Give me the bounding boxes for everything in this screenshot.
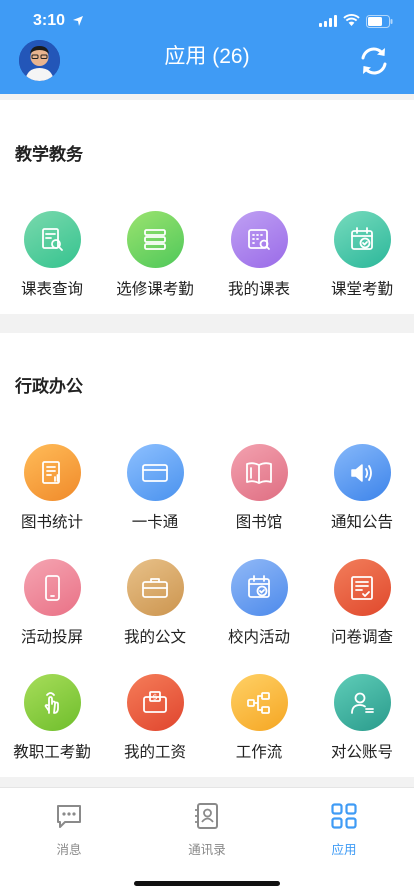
tab-label: 应用 <box>331 843 357 857</box>
app-label: 我的课表 <box>227 281 290 298</box>
wifi-icon <box>343 14 360 26</box>
apps-grid-icon <box>331 803 357 829</box>
refresh-icon[interactable] <box>356 43 392 79</box>
touch-hand-icon <box>23 674 81 731</box>
app-item[interactable]: 工作流 <box>209 674 309 762</box>
tab-bar: 消息 通讯录 应用 <box>0 787 414 896</box>
status-time: 3:10 <box>33 12 66 29</box>
home-indicator <box>134 881 280 886</box>
phone-icon <box>23 559 81 616</box>
app-label: 图书统计 <box>20 514 83 531</box>
section-title: 行政办公 <box>15 377 83 396</box>
calendar-check-icon <box>230 559 288 616</box>
app-item[interactable]: 我的课表 <box>209 211 309 299</box>
message-icon <box>57 805 81 828</box>
book-stats-icon <box>23 444 81 501</box>
status-bar: 3:10 <box>0 0 414 44</box>
app-label: 我的公文 <box>123 629 186 646</box>
app-item[interactable]: 选修课考勤 <box>105 211 205 299</box>
app-item[interactable]: 图书统计 <box>2 444 102 532</box>
survey-icon <box>333 559 391 616</box>
section-admin: 行政办公 图书统计 一卡通 图书馆 通知公告 活动投屏 我的公文 校内活动 问卷… <box>0 333 414 777</box>
app-item[interactable]: $ 我的工资 <box>105 674 205 762</box>
location-arrow-icon <box>73 16 83 26</box>
tab-messages[interactable]: 消息 <box>29 802 109 858</box>
app-label: 课表查询 <box>20 281 83 298</box>
app-label: 我的工资 <box>123 744 186 761</box>
app-label: 一卡通 <box>131 514 179 531</box>
tab-label: 通讯录 <box>188 843 226 857</box>
schedule-search-icon <box>23 211 81 268</box>
section-title: 教学教务 <box>15 145 83 164</box>
app-label: 选修课考勤 <box>116 281 194 298</box>
app-item[interactable]: 活动投屏 <box>2 559 102 647</box>
app-item[interactable]: 课堂考勤 <box>312 211 412 299</box>
briefcase-icon <box>126 559 184 616</box>
svg-text:$: $ <box>152 692 157 701</box>
app-label: 活动投屏 <box>20 629 83 646</box>
speaker-icon <box>333 444 391 501</box>
app-item[interactable]: 对公账号 <box>312 674 412 762</box>
app-item[interactable]: 问卷调查 <box>312 559 412 647</box>
app-item[interactable]: 一卡通 <box>105 444 205 532</box>
app-label: 校内活动 <box>227 629 290 646</box>
tab-apps[interactable]: 应用 <box>304 802 384 858</box>
app-label: 课堂考勤 <box>330 281 393 298</box>
app-item[interactable]: 图书馆 <box>209 444 309 532</box>
app-item[interactable]: 教职工考勤 <box>2 674 102 762</box>
app-item[interactable]: 通知公告 <box>312 444 412 532</box>
wallet-icon: $ <box>126 674 184 731</box>
card-icon <box>126 444 184 501</box>
app-label: 教职工考勤 <box>13 744 91 761</box>
contacts-icon <box>195 803 218 829</box>
app-header: 3:10 应用 (26) <box>0 0 414 94</box>
section-teaching: 教学教务 课表查询 选修课考勤 我的课表 课堂考勤 <box>0 100 414 314</box>
elective-attendance-icon <box>126 211 184 268</box>
calendar-search-icon <box>230 211 288 268</box>
app-label: 通知公告 <box>330 514 393 531</box>
tab-contacts[interactable]: 通讯录 <box>167 802 247 858</box>
page-title: 应用 (26) <box>164 45 250 68</box>
app-label: 工作流 <box>235 744 283 761</box>
calendar-check-icon <box>333 211 391 268</box>
account-user-icon <box>333 674 391 731</box>
battery-icon <box>366 15 393 28</box>
app-label: 对公账号 <box>330 744 393 761</box>
app-item[interactable]: 课表查询 <box>2 211 102 299</box>
tab-label: 消息 <box>56 843 82 857</box>
app-label: 问卷调查 <box>330 629 393 646</box>
app-item[interactable]: 校内活动 <box>209 559 309 647</box>
workflow-icon <box>230 674 288 731</box>
app-item[interactable]: 我的公文 <box>105 559 205 647</box>
library-book-icon <box>230 444 288 501</box>
signal-icon <box>319 15 337 27</box>
app-label: 图书馆 <box>235 514 283 531</box>
